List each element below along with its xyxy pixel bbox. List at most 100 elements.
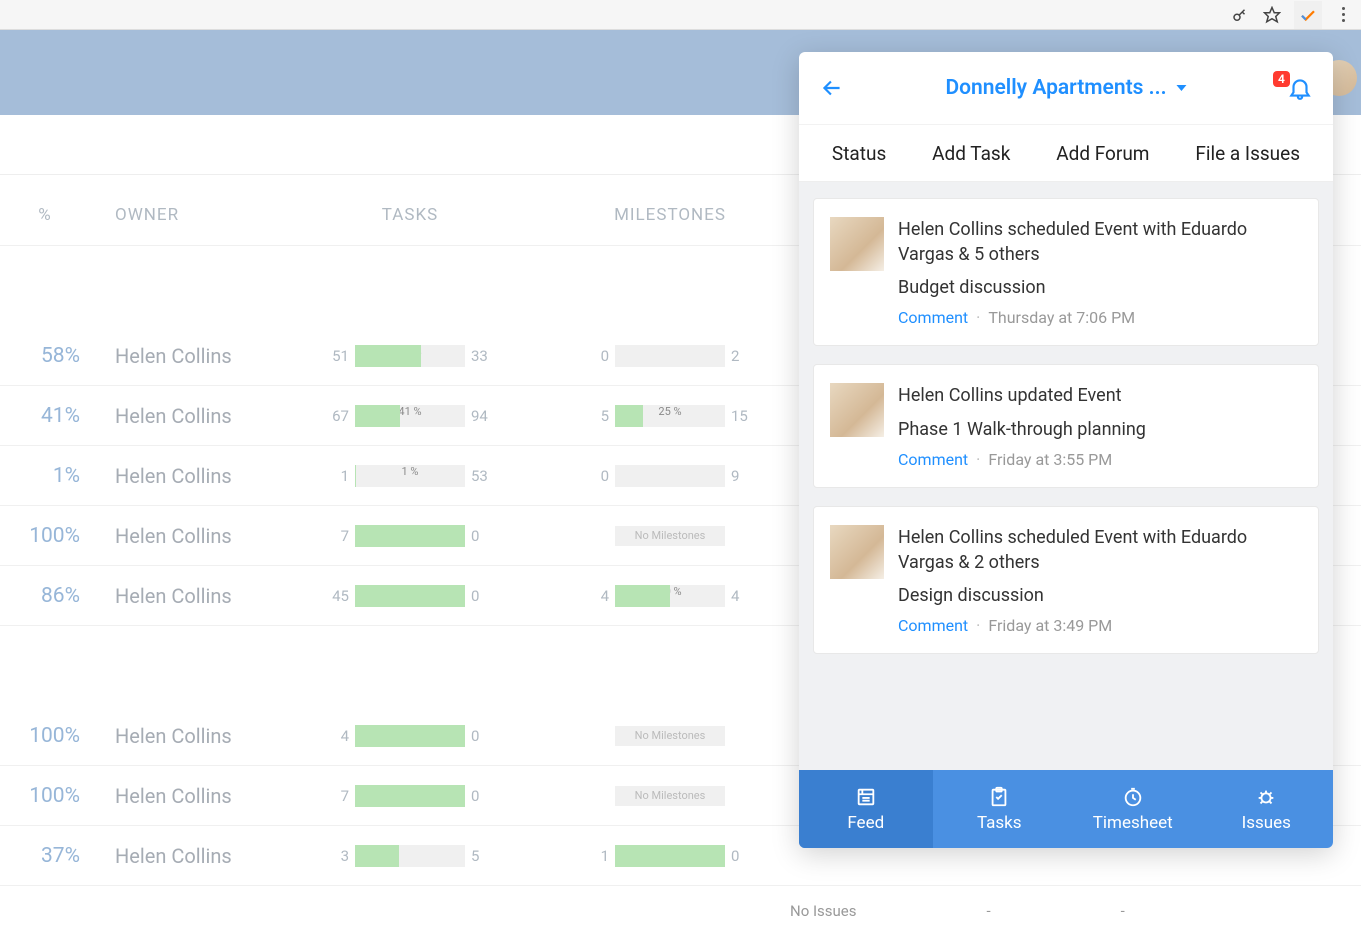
cell-owner: Helen Collins (90, 344, 295, 368)
tasks-progress-bar (355, 725, 465, 747)
cell-tasks: 5160 %33 (295, 345, 525, 367)
feed-meta: Comment·Friday at 3:49 PM (898, 616, 1302, 635)
cell-milestones: No Milestones (525, 726, 815, 746)
tasks-left-count: 7 (324, 787, 349, 805)
star-icon[interactable] (1262, 5, 1282, 25)
tasks-left-count: 51 (324, 347, 349, 365)
cell-percent: 37% (0, 844, 90, 868)
tasks-left-count: 3 (324, 847, 349, 865)
tasks-progress-bar (355, 785, 465, 807)
cell-owner: Helen Collins (90, 784, 295, 808)
feed-title: Helen Collins updated Event (898, 383, 1302, 408)
no-milestones-label: No Milestones (615, 786, 725, 806)
cell-percent: 41% (0, 404, 90, 428)
ms-right-count: 0 (731, 847, 756, 865)
feed-card[interactable]: Helen Collins updated Event Phase 1 Walk-… (813, 364, 1319, 487)
project-title-dropdown[interactable]: Donnelly Apartments ... (945, 76, 1186, 100)
fragment-row: No Issues - - (0, 886, 1361, 936)
feed-timestamp: Friday at 3:55 PM (988, 450, 1112, 469)
tasks-right-count: 5 (471, 847, 496, 865)
cell-percent: 100% (0, 724, 90, 748)
cell-owner: Helen Collins (90, 464, 295, 488)
col-header-owner: OWNER (90, 205, 295, 225)
panel-bottom-nav: Feed Tasks Timesheet Issues (799, 770, 1333, 848)
comment-link[interactable]: Comment (898, 450, 968, 469)
nav-issues[interactable]: Issues (1200, 770, 1334, 848)
extension-icon[interactable] (1294, 1, 1322, 29)
cell-owner: Helen Collins (90, 724, 295, 748)
tasks-icon (988, 786, 1010, 808)
cell-milestones: 09 (525, 465, 815, 487)
ms-progress-bar (615, 465, 725, 487)
nav-timesheet[interactable]: Timesheet (1066, 770, 1200, 848)
dash-text: - (987, 902, 991, 920)
cell-tasks: 70 (295, 785, 525, 807)
feed-card[interactable]: Helen Collins scheduled Event with Eduar… (813, 198, 1319, 346)
tasks-right-count: 0 (471, 527, 496, 545)
feed-timestamp: Friday at 3:49 PM (988, 616, 1112, 635)
comment-link[interactable]: Comment (898, 308, 968, 327)
feed-subtitle: Phase 1 Walk-through planning (898, 419, 1302, 440)
key-icon[interactable] (1230, 5, 1250, 25)
cell-percent: 1% (0, 464, 90, 488)
tasks-left-count: 4 (324, 727, 349, 745)
cell-percent: 100% (0, 784, 90, 808)
back-arrow-icon[interactable] (819, 75, 845, 101)
cell-tasks: 45 0 (295, 585, 525, 607)
tab-add-forum[interactable]: Add Forum (1056, 142, 1149, 165)
feed-title: Helen Collins scheduled Event with Eduar… (898, 217, 1302, 267)
ms-progress-bar (615, 845, 725, 867)
feed-subtitle: Design discussion (898, 585, 1302, 606)
tasks-right-count: 0 (471, 587, 496, 605)
tasks-left-count: 67 (324, 407, 349, 425)
ms-progress-bar: 50 % (615, 585, 725, 607)
tasks-progress-bar (355, 845, 465, 867)
feed-card[interactable]: Helen Collins scheduled Event with Eduar… (813, 506, 1319, 654)
tasks-left-count: 45 (324, 587, 349, 605)
tasks-progress-bar: 1 % (355, 465, 465, 487)
timesheet-icon (1122, 786, 1144, 808)
ms-left-count: 0 (584, 467, 609, 485)
panel-header: Donnelly Apartments ... 4 (799, 52, 1333, 124)
cell-percent: 100% (0, 524, 90, 548)
notifications-button[interactable]: 4 (1287, 75, 1313, 101)
cell-percent: 86% (0, 584, 90, 608)
browser-menu-icon[interactable] (1334, 7, 1353, 22)
nav-feed[interactable]: Feed (799, 770, 933, 848)
feed-timestamp: Thursday at 7:06 PM (988, 308, 1135, 327)
cell-owner: Helen Collins (90, 584, 295, 608)
tab-add-task[interactable]: Add Task (932, 142, 1010, 165)
cell-tasks: 6741 %94 (295, 405, 525, 427)
cell-milestones: 02 (525, 345, 815, 367)
notification-badge: 4 (1273, 71, 1290, 87)
tasks-progress-bar (355, 525, 465, 547)
dash-text: - (1121, 902, 1125, 920)
tasks-right-count: 33 (471, 347, 496, 365)
ms-right-count: 9 (731, 467, 756, 485)
cell-tasks: 11 %53 (295, 465, 525, 487)
cell-tasks: 35 (295, 845, 525, 867)
cell-owner: Helen Collins (90, 404, 295, 428)
no-issues-text: No Issues (790, 902, 857, 920)
comment-link[interactable]: Comment (898, 616, 968, 635)
ms-right-count: 4 (731, 587, 756, 605)
ms-right-count: 15 (731, 407, 756, 425)
cell-owner: Helen Collins (90, 844, 295, 868)
ms-right-count: 2 (731, 347, 756, 365)
nav-tasks[interactable]: Tasks (933, 770, 1067, 848)
feed-meta: Comment·Friday at 3:55 PM (898, 450, 1302, 469)
cell-milestones: 450 %4 (525, 585, 815, 607)
tasks-left-count: 1 (324, 467, 349, 485)
tab-status[interactable]: Status (832, 142, 886, 165)
tab-file-issue[interactable]: File a Issues (1195, 142, 1300, 165)
ms-left-count: 1 (584, 847, 609, 865)
cell-milestones: No Milestones (525, 786, 815, 806)
cell-tasks: 70 (295, 525, 525, 547)
feed-icon (855, 786, 877, 808)
feed-meta: Comment·Thursday at 7:06 PM (898, 308, 1302, 327)
issues-icon (1255, 786, 1277, 808)
feed-body[interactable]: Helen Collins scheduled Event with Eduar… (799, 182, 1333, 770)
tasks-progress-bar (355, 585, 465, 607)
cell-tasks: 40 (295, 725, 525, 747)
tasks-right-count: 0 (471, 727, 496, 745)
